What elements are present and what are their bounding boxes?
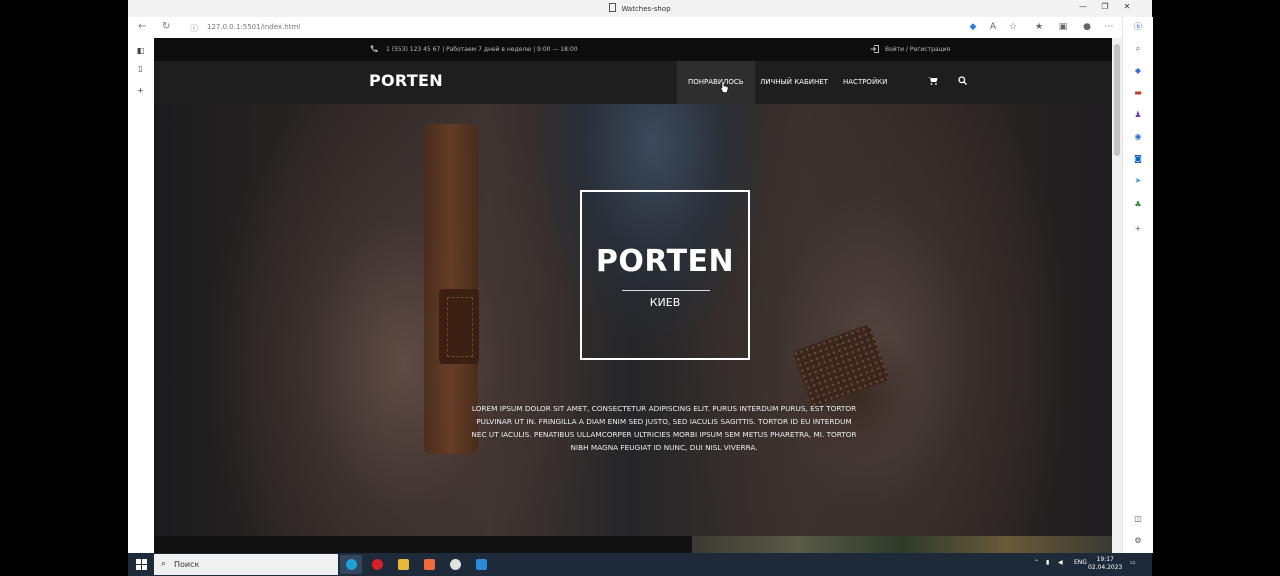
restore-button[interactable]: ❐ [1094, 2, 1116, 11]
favorite-icon[interactable]: ☆ [1008, 22, 1018, 32]
login-register-link[interactable]: Войти / Регистрация [885, 46, 950, 53]
hero-frame: PORTEN КИЕВ [580, 190, 750, 360]
hero-subtitle: КИЕВ [649, 296, 681, 309]
taskbar-edge[interactable] [340, 555, 362, 574]
vertical-tabs-bar: ◧ ▯ + [128, 38, 155, 553]
address-bar: ← ↻ ⓘ 127.0.0.1:5501/index.html ◆ A ☆ ★ … [128, 17, 1152, 39]
hero-description: Lorem ipsum dolor sit amet, consectetur … [471, 404, 857, 452]
nav-account[interactable]: ЛИЧНЫЙ КАБИНЕТ [760, 61, 828, 104]
tray-arrow-icon[interactable]: ⌃ [1034, 559, 1039, 566]
new-tab-icon[interactable]: + [136, 86, 145, 95]
browser-window: Watches-shop — ❐ ✕ ← ↻ ⓘ 127.0.0.1:5501/… [128, 0, 1153, 553]
close-button[interactable]: ✕ [1116, 2, 1138, 11]
hand-cursor-icon [720, 81, 729, 93]
edge-sidebar: ⓑ ⌕ ◆ ▬ ♟ ◉ ◙ ➤ ♣ + ◫ ⚙ [1122, 17, 1153, 553]
sidebar-search-icon[interactable]: ⌕ [1133, 44, 1143, 54]
search-icon[interactable] [958, 76, 967, 85]
hero-banner: PORTEN КИЕВ Lorem ipsum dolor sit amet, … [154, 104, 1112, 536]
title-bar: Watches-shop — ❐ ✕ [128, 0, 1152, 17]
minimize-button[interactable]: — [1072, 2, 1094, 11]
tray-lang[interactable]: ENG [1074, 559, 1087, 566]
taskbar-figma[interactable] [418, 555, 440, 574]
drop-icon[interactable]: ➤ [1133, 176, 1143, 186]
url-field[interactable]: 127.0.0.1:5501/index.html [207, 23, 300, 31]
cart-icon[interactable] [928, 76, 938, 85]
info-icon[interactable]: ⓘ [190, 23, 198, 34]
games-icon[interactable]: ♟ [1133, 110, 1143, 120]
tree-icon[interactable]: ♣ [1133, 200, 1143, 210]
taskbar-search[interactable]: ⌕ Поиск [154, 554, 338, 575]
login-icon [870, 45, 879, 53]
windows-start-icon[interactable] [136, 559, 147, 570]
page-scrollbar[interactable] [1112, 38, 1122, 553]
clock-date: 02.04.2023 [1088, 564, 1123, 571]
favorites-icon[interactable]: ★ [1034, 22, 1044, 32]
coupon-icon[interactable]: ◆ [968, 22, 978, 32]
add-icon[interactable]: + [1133, 224, 1143, 234]
hero-title: PORTEN [595, 244, 735, 279]
top-info-bar: 1 (553) 123 45 67 | Работаем 7 дней в не… [154, 38, 1112, 61]
window-title: Watches-shop [128, 3, 1152, 13]
tag-icon[interactable]: ◆ [1133, 66, 1143, 76]
phone-icon [370, 45, 378, 53]
tools-icon[interactable]: ▬ [1133, 88, 1143, 98]
tray-clock[interactable]: 19:17 02.04.2023 [1088, 556, 1122, 572]
taskbar-opera[interactable] [366, 555, 388, 574]
settings-icon[interactable]: ⚙ [1133, 536, 1143, 546]
taskbar-search-icon: ⌕ [161, 559, 167, 569]
notifications-icon[interactable]: ▭ [1130, 559, 1136, 566]
read-aloud-icon[interactable]: A [988, 22, 998, 32]
window-title-text: Watches-shop [621, 5, 671, 13]
taskbar-app[interactable] [444, 555, 466, 574]
tray-volume-icon[interactable]: ◀ [1058, 559, 1063, 566]
windows-taskbar: ⌕ Поиск ⌃ ▮ ◀ ENG 19:17 02.04.2023 ▭ [128, 553, 1152, 576]
office-icon[interactable]: ◉ [1133, 132, 1143, 142]
hero-divider [622, 290, 710, 291]
tab-actions-icon[interactable]: ◧ [136, 46, 145, 55]
refresh-icon[interactable]: ↻ [162, 21, 170, 32]
collections-icon[interactable]: ▣ [1058, 22, 1068, 32]
outlook-icon[interactable]: ◙ [1133, 154, 1143, 164]
main-navbar: PORTEN ПОНРАВИЛОСЬ ЛИЧНЫЙ КАБИНЕТ НАСТРО… [154, 61, 1112, 104]
taskbar-search-placeholder: Поиск [174, 560, 200, 569]
split-screen-icon[interactable]: ◫ [1133, 514, 1143, 524]
page-icon [609, 3, 617, 12]
pocket-square [792, 323, 890, 409]
web-page: 1 (553) 123 45 67 | Работаем 7 дней в не… [154, 38, 1112, 553]
next-section-image [692, 536, 1112, 553]
profile-icon[interactable]: ● [1082, 22, 1092, 32]
nav-liked[interactable]: ПОНРАВИЛОСЬ [677, 61, 755, 104]
taskbar-vscode[interactable] [470, 555, 492, 574]
leather-tag [439, 289, 479, 364]
tray-mic-icon[interactable]: ▮ [1046, 559, 1049, 566]
more-icon[interactable]: ⋯ [1104, 22, 1114, 32]
bing-icon[interactable]: ⓑ [1133, 22, 1143, 32]
site-logo[interactable]: PORTEN [369, 71, 443, 90]
back-icon[interactable]: ← [138, 21, 146, 32]
next-section [154, 536, 1112, 553]
contact-info: 1 (553) 123 45 67 | Работаем 7 дней в не… [386, 46, 578, 53]
tab-page-icon[interactable]: ▯ [136, 64, 145, 73]
clock-time: 19:17 [1096, 556, 1114, 563]
taskbar-explorer[interactable] [392, 555, 414, 574]
nav-settings[interactable]: НАСТРОЙКИ [843, 61, 887, 104]
scrollbar-thumb[interactable] [1114, 44, 1120, 156]
